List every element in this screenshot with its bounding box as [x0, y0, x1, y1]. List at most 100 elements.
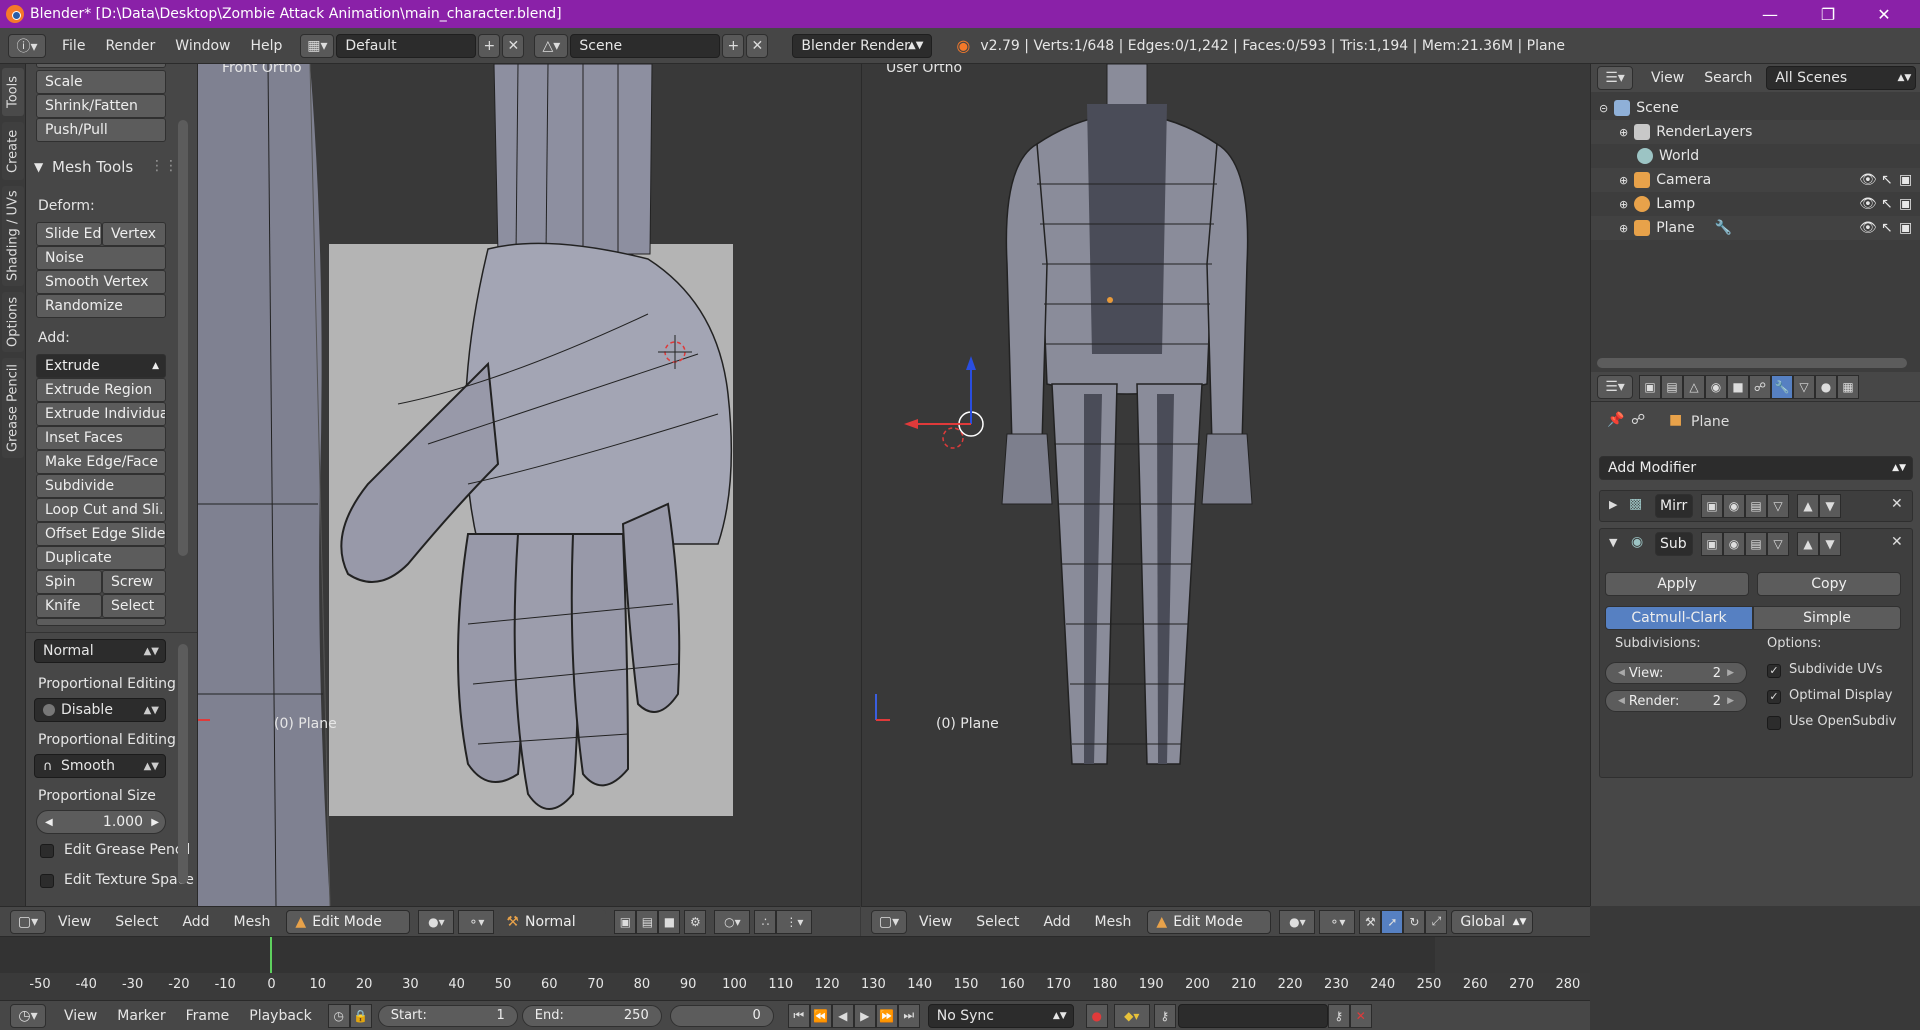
key-icon[interactable]: ⚷	[1153, 1003, 1176, 1028]
subsurf-modifier-name[interactable]: Sub	[1655, 532, 1693, 556]
play-icon[interactable]: ▶	[853, 1003, 876, 1028]
viewport-toggle-icon[interactable]: ◉	[1723, 494, 1745, 518]
proportional-falloff-dropdown[interactable]: ∩ Smooth ▲▼	[34, 754, 166, 778]
duplicate-button[interactable]: Duplicate	[36, 546, 166, 570]
optimal-display-checkbox[interactable]: ✓	[1767, 690, 1781, 704]
visibility-eye-icon[interactable]: 👁	[1859, 172, 1877, 188]
knife-button[interactable]: Knife	[36, 594, 102, 618]
viewport-front[interactable]: Front Ortho (0) Plane	[198, 64, 860, 906]
expand-icon[interactable]: ⊕	[1619, 174, 1628, 187]
menu-window[interactable]: Window	[165, 38, 240, 54]
simple-button[interactable]: Simple	[1753, 606, 1901, 630]
user-menu-view[interactable]: View	[907, 914, 964, 930]
user-menu-select[interactable]: Select	[964, 914, 1031, 930]
expand-triangle-icon[interactable]: ▶	[1609, 498, 1617, 511]
pivot-point-icon[interactable]: ⚬▾	[458, 909, 495, 934]
mirror-modifier-name[interactable]: Mirr	[1655, 494, 1693, 518]
outliner-menu-search[interactable]: Search	[1694, 70, 1762, 86]
pivot-point-icon[interactable]: ⚬▾	[1319, 909, 1356, 934]
outliner-item-plane[interactable]: ⊕ Plane 🔧 👁 ↖ ▣	[1591, 216, 1920, 240]
tool-shelf-lower-scrollbar[interactable]	[178, 644, 188, 884]
move-up-icon[interactable]: ▲	[1797, 532, 1819, 556]
menu-help[interactable]: Help	[240, 38, 292, 54]
timeline-menu-marker[interactable]: Marker	[107, 1008, 175, 1024]
minimize-icon[interactable]: —	[1742, 0, 1798, 28]
select-cursor-icon[interactable]: ↖	[1881, 196, 1893, 212]
pin-icon[interactable]: 📌	[1607, 412, 1624, 428]
rotate-button-partial[interactable]	[36, 64, 166, 68]
decrement-arrow-icon[interactable]: ◀	[1618, 696, 1625, 706]
mesh-tools-panel-title[interactable]: Mesh Tools	[52, 158, 133, 176]
layers-tab-icon[interactable]: ▤	[1661, 374, 1683, 399]
jump-start-icon[interactable]: ⏮	[787, 1003, 810, 1028]
add-layout-icon[interactable]: +	[478, 33, 501, 58]
use-opensubdiv-checkbox[interactable]	[1767, 716, 1781, 730]
subdivide-button[interactable]: Subdivide	[36, 474, 166, 498]
delete-scene-icon[interactable]: ✕	[746, 33, 769, 58]
front-menu-add[interactable]: Add	[170, 914, 221, 930]
copy-button[interactable]: Copy	[1757, 572, 1901, 596]
material-tab-icon[interactable]: ●	[1815, 374, 1837, 399]
tab-grease-pencil[interactable]: Grease Pencil	[2, 358, 24, 458]
extrude-individual-button[interactable]: Extrude Individual	[36, 402, 166, 426]
outliner-item-lamp[interactable]: ⊕ Lamp 👁 ↖ ▣	[1591, 192, 1920, 216]
layout-field[interactable]: Default	[336, 33, 477, 58]
timeline-menu-frame[interactable]: Frame	[176, 1008, 240, 1024]
viewport-user[interactable]: User Ortho (0) Plane	[861, 64, 1590, 906]
move-up-icon[interactable]: ▲	[1797, 494, 1819, 518]
edit-grease-pencil-checkbox[interactable]	[40, 844, 54, 858]
editor-type-info-icon[interactable]: ⓘ▾	[8, 33, 46, 58]
shrink-fatten-button[interactable]: Shrink/Fatten	[36, 94, 166, 118]
face-select-icon[interactable]: ■	[658, 909, 681, 934]
insert-keyframe-icon[interactable]: ⚷	[1327, 1003, 1350, 1028]
tool-shelf-scrollbar[interactable]	[178, 120, 188, 556]
editor-type-properties-icon[interactable]: ☰▾	[1597, 374, 1633, 399]
extrude-region-button[interactable]: Extrude Region	[36, 378, 166, 402]
outliner-item-scene[interactable]: ⊝ Scene	[1591, 96, 1920, 120]
outliner-filter-dropdown[interactable]: All Scenes ▲▼	[1766, 66, 1917, 90]
view-levels-field[interactable]: ◀ View: 2 ▶	[1605, 662, 1747, 684]
current-frame-field[interactable]: 0	[669, 1004, 774, 1027]
user-mode-dropdown[interactable]: ▲ Edit Mode	[1147, 909, 1272, 934]
knife-project-button-partial[interactable]	[36, 618, 166, 626]
select-cursor-icon[interactable]: ↖	[1881, 172, 1893, 188]
orientation-dropdown[interactable]: Normal ▲▼	[34, 639, 166, 663]
outliner-item-renderlayers[interactable]: ⊕ RenderLayers	[1591, 120, 1920, 144]
vertex-select-icon[interactable]: ▣	[614, 909, 637, 934]
add-scene-icon[interactable]: +	[722, 33, 745, 58]
remove-modifier-icon[interactable]: ✕	[1891, 534, 1903, 550]
texture-tab-icon[interactable]: ▦	[1837, 374, 1859, 399]
slide-edge-button[interactable]: Slide Ed	[36, 222, 102, 246]
render-tab-icon[interactable]: ▣	[1639, 374, 1661, 399]
outliner-item-world[interactable]: World	[1591, 144, 1920, 168]
editor-type-3d-icon[interactable]: ▢▾	[10, 909, 46, 934]
render-camera-icon[interactable]: ▣	[1899, 196, 1912, 212]
constraints-tab-icon[interactable]: ☍	[1749, 374, 1771, 399]
end-frame-field[interactable]: End: 250	[521, 1004, 662, 1027]
editor-type-timeline-icon[interactable]: ◷▾	[10, 1003, 46, 1028]
render-levels-field[interactable]: ◀ Render: 2 ▶	[1605, 690, 1747, 712]
decrement-arrow-icon[interactable]: ◀	[1618, 668, 1625, 678]
vertex-slide-button[interactable]: Vertex	[102, 222, 166, 246]
front-transform-orientation[interactable]: ⚒ Normal	[498, 909, 607, 934]
render-toggle-icon[interactable]: ▣	[1701, 532, 1723, 556]
outliner-item-camera[interactable]: ⊕ Camera 👁 ↖ ▣	[1591, 168, 1920, 192]
user-menu-add[interactable]: Add	[1031, 914, 1082, 930]
proportional-editing-icon[interactable]: ○▾	[714, 909, 751, 934]
spin-button[interactable]: Spin	[36, 570, 102, 594]
randomize-button[interactable]: Randomize	[36, 294, 166, 318]
user-menu-mesh[interactable]: Mesh	[1083, 914, 1144, 930]
sync-dropdown[interactable]: No Sync ▲▼	[927, 1003, 1074, 1028]
loop-cut-slide-button[interactable]: Loop Cut and Sli...	[36, 498, 166, 522]
cage-toggle-icon[interactable]: ▽	[1767, 532, 1789, 556]
keying-set-field[interactable]	[1177, 1003, 1328, 1028]
increment-arrow-icon[interactable]: ▶	[151, 817, 159, 828]
shading-sphere-icon[interactable]: ●▾	[418, 909, 455, 934]
push-pull-button[interactable]: Push/Pull	[36, 118, 166, 142]
collapse-triangle-icon[interactable]: ▼	[34, 160, 43, 174]
move-down-icon[interactable]: ▼	[1819, 494, 1841, 518]
outliner-menu-view[interactable]: View	[1641, 70, 1694, 86]
catmull-clark-button[interactable]: Catmull-Clark	[1605, 606, 1753, 630]
screw-button[interactable]: Screw	[102, 570, 166, 594]
visibility-eye-icon[interactable]: 👁	[1859, 220, 1877, 236]
